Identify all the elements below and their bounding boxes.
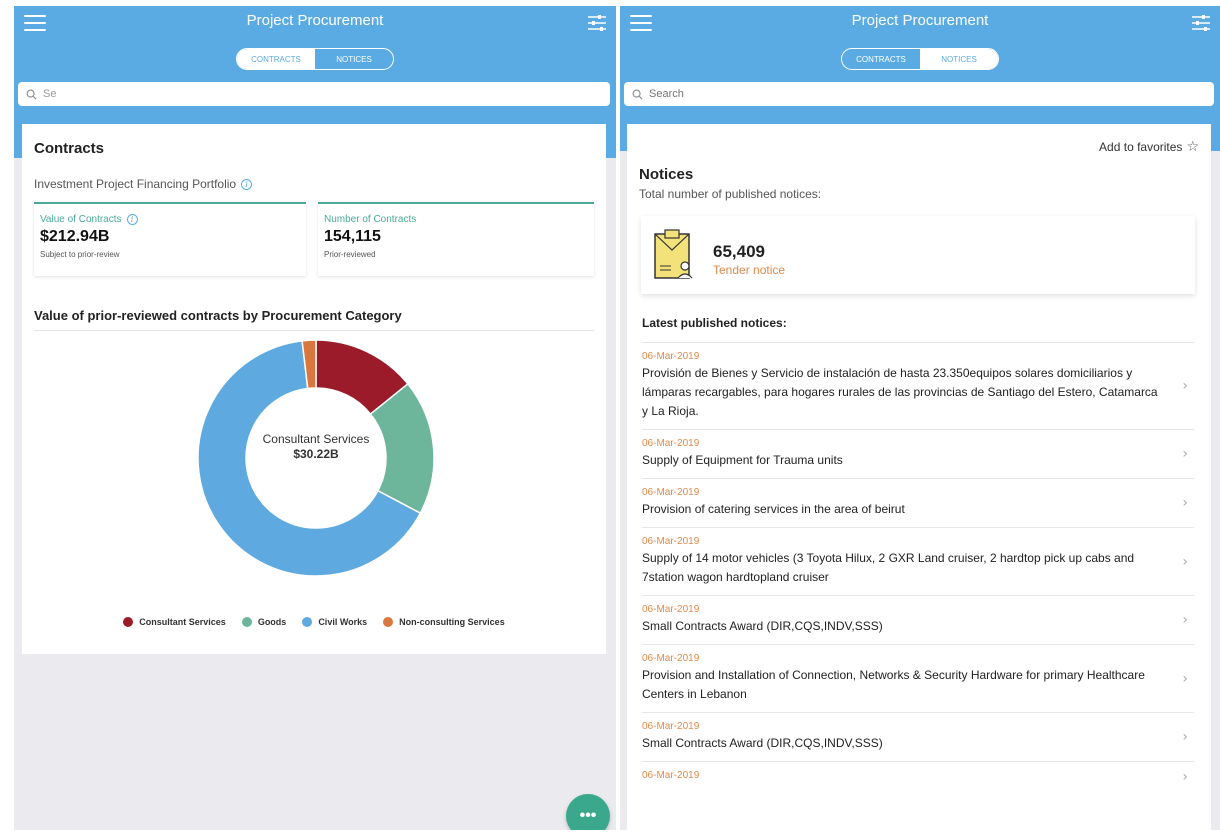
notice-item[interactable]: 06-Mar-2019 Small Contracts Award (DIR,C… [642,595,1194,644]
notice-date: 06-Mar-2019 [642,438,700,449]
legend-item[interactable]: Consultant Services [123,617,226,627]
legend-swatch [383,617,394,627]
search-icon [632,89,643,99]
info-icon[interactable]: i [241,178,253,190]
sliders-icon [588,15,606,31]
notice-date: 06-Mar-2019 [642,604,700,615]
legend-swatch [302,617,313,627]
contracts-screen: Project Procurement CONTRACTS NOTICES Co… [14,6,616,830]
notice-title: Supply of Equipment for Trauma units [642,453,843,467]
notice-item[interactable]: 06-Mar-2019 › [642,761,1194,791]
notice-item[interactable]: 06-Mar-2019 Small Contracts Award (DIR,C… [642,712,1194,761]
section-toggle: CONTRACTS NOTICES [841,48,999,70]
notice-item[interactable]: 06-Mar-2019 Provisión de Bienes y Servic… [642,342,1194,429]
app-title: Project Procurement [851,12,989,29]
legend-label: Civil Works [318,617,368,627]
chevron-right-icon: › [1182,495,1188,511]
portfolio-text: Investment Project Financing Portfolio [34,177,237,191]
notice-item[interactable]: 06-Mar-2019 Provision of catering servic… [642,478,1194,527]
notice-title: Small Contracts Award (DIR,CQS,INDV,SSS) [642,619,883,633]
legend-item[interactable]: Non-consulting Services [383,617,505,627]
notices-list: 06-Mar-2019 Provisión de Bienes y Servic… [642,342,1194,791]
chart-legend: Consultant Services Goods Civil Works Non-c… [22,617,606,627]
notice-date: 06-Mar-2019 [642,653,700,664]
notices-screen: Project Procurement CONTRACTS NOTICES Ad… [620,6,1220,830]
search-input[interactable] [43,88,569,100]
center-category: Consultant Services [262,432,370,446]
search-input[interactable] [649,88,1173,100]
more-button[interactable]: ••• [566,794,610,830]
sliders-icon [1192,15,1210,31]
search-icon [26,89,37,99]
chevron-right-icon: › [1182,612,1188,628]
tab-notices[interactable]: NOTICES [920,49,998,69]
tender-label: Tender notice [713,263,786,277]
kpi-label: Number of Contracts [324,214,417,225]
kpi-number-of-contracts: Number of Contracts 154,115 Prior-review… [318,202,594,276]
portfolio-label: Investment Project Financing Portfolio i [34,177,253,191]
tab-contracts[interactable]: CONTRACTS [237,49,315,69]
tender-document-icon [654,229,693,279]
notice-title: Provision and Installation of Connection… [642,668,1145,701]
kpi-subtitle: Prior-reviewed [324,250,376,259]
notices-card: Add to favorites ☆ Notices Total number … [627,124,1211,830]
chevron-right-icon: › [1182,729,1188,745]
kpi-value: $212.94B [40,228,110,245]
kpi-label: Value of Contracts i [40,214,300,225]
legend-swatch [241,617,252,627]
notices-heading: Notices [639,166,694,183]
chart-title: Value of prior-reviewed contracts by Pro… [34,308,402,323]
notice-item[interactable]: 06-Mar-2019 Supply of 14 motor vehicles … [642,527,1194,595]
kpi-value: 154,115 [324,228,381,245]
legend-item[interactable]: Civil Works [302,617,367,627]
latest-notices-heading: Latest published notices: [642,316,787,330]
legend-swatch [123,617,134,627]
search-bar[interactable] [624,82,1214,106]
legend-label: Goods [257,617,287,627]
more-horizontal-icon: ••• [579,807,597,824]
contracts-heading: Contracts [34,140,105,157]
tab-contracts[interactable]: CONTRACTS [842,49,920,69]
search-bar[interactable] [18,82,610,106]
notice-date: 06-Mar-2019 [642,721,700,732]
add-to-favorites-button[interactable]: Add to favorites ☆ [1099,138,1199,155]
contracts-card: Contracts Investment Project Financing P… [22,124,606,654]
notices-total-label: Total number of published notices: [639,187,822,201]
legend-item[interactable]: Goods [241,617,287,627]
divider [34,330,594,331]
notice-item[interactable]: 06-Mar-2019 Supply of Equipment for Trau… [642,429,1194,478]
center-value: $30.22B [293,447,339,461]
notice-date: 06-Mar-2019 [642,487,700,498]
notice-title: Supply of 14 motor vehicles (3 Toyota Hi… [642,551,1135,584]
tab-notices[interactable]: NOTICES [315,49,393,69]
filter-button[interactable] [586,12,608,34]
chevron-right-icon: › [1182,446,1188,462]
notice-title: Small Contracts Award (DIR,CQS,INDV,SSS) [642,736,883,750]
legend-label: Consultant Services [139,617,226,627]
chevron-right-icon: › [1182,670,1188,687]
donut-center-label: Consultant Services $30.22B [256,432,376,462]
notice-item[interactable]: 06-Mar-2019 Provision and Installation o… [642,644,1194,712]
tender-count: 65,409 [713,242,765,261]
notice-date: 06-Mar-2019 [642,536,700,547]
notice-date: 06-Mar-2019 [642,351,700,362]
chevron-right-icon: › [1182,768,1188,785]
chevron-right-icon: › [1182,378,1188,394]
notice-title: Provisión de Bienes y Servicio de instal… [642,366,1158,418]
kpi-subtitle: Subject to prior-review [40,250,120,259]
star-outline-icon: ☆ [1186,138,1199,154]
info-icon[interactable]: i [126,214,138,225]
tender-notice-card[interactable]: 65,409 Tender notice [641,216,1195,294]
section-toggle: CONTRACTS NOTICES [236,48,394,70]
notice-title: Provision of catering services in the ar… [642,502,905,516]
legend-label: Non-consulting Services [399,617,505,627]
filter-button[interactable] [1190,12,1212,34]
kpi-value-of-contracts: Value of Contracts i $212.94B Subject to… [34,202,306,276]
app-title: Project Procurement [246,12,384,29]
chevron-right-icon: › [1182,553,1188,570]
notice-date: 06-Mar-2019 [642,770,700,781]
